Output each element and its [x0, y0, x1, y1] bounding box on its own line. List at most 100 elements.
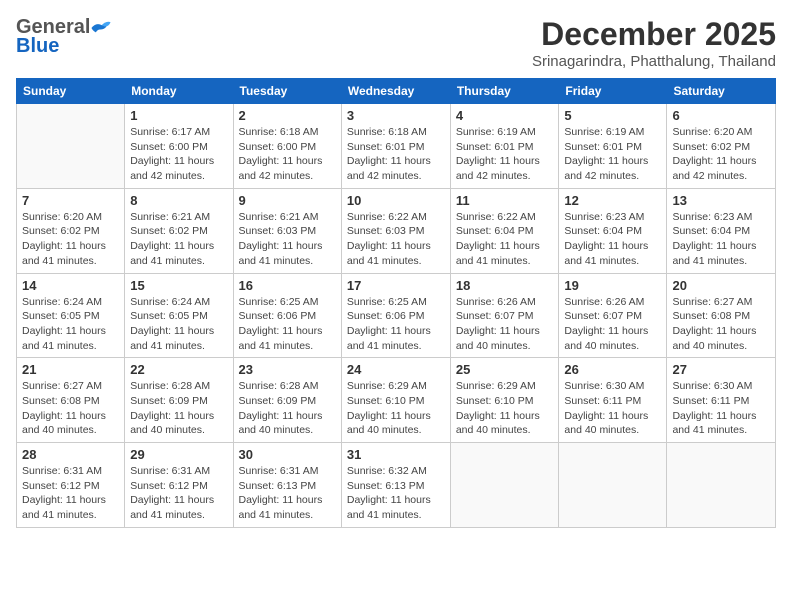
sunset-text: Sunset: 6:01 PM: [456, 141, 534, 153]
daylight-text-cont: and 42 minutes.: [130, 170, 205, 182]
daylight-text-cont: and 40 minutes.: [456, 424, 531, 436]
sunrise-text: Sunrise: 6:26 AM: [564, 296, 644, 308]
sunrise-text: Sunrise: 6:22 AM: [456, 211, 536, 223]
table-cell: 31Sunrise: 6:32 AMSunset: 6:13 PMDayligh…: [341, 443, 450, 528]
sunrise-text: Sunrise: 6:26 AM: [456, 296, 536, 308]
daylight-text: Daylight: 11 hours: [22, 325, 106, 337]
table-cell: 27Sunrise: 6:30 AMSunset: 6:11 PMDayligh…: [667, 358, 776, 443]
sunrise-text: Sunrise: 6:23 AM: [564, 211, 644, 223]
sunset-text: Sunset: 6:08 PM: [22, 395, 100, 407]
table-cell: 2Sunrise: 6:18 AMSunset: 6:00 PMDaylight…: [233, 104, 341, 189]
table-cell: 23Sunrise: 6:28 AMSunset: 6:09 PMDayligh…: [233, 358, 341, 443]
table-cell: 14Sunrise: 6:24 AMSunset: 6:05 PMDayligh…: [17, 273, 125, 358]
day-info: Sunrise: 6:20 AMSunset: 6:02 PMDaylight:…: [672, 125, 770, 184]
daylight-text-cont: and 42 minutes.: [456, 170, 531, 182]
daylight-text: Daylight: 11 hours: [22, 494, 106, 506]
daylight-text-cont: and 42 minutes.: [672, 170, 747, 182]
daylight-text: Daylight: 11 hours: [347, 410, 431, 422]
daylight-text: Daylight: 11 hours: [130, 325, 214, 337]
sunrise-text: Sunrise: 6:29 AM: [456, 380, 536, 392]
daylight-text: Daylight: 11 hours: [672, 155, 756, 167]
day-number: 4: [456, 108, 554, 123]
sunrise-text: Sunrise: 6:19 AM: [564, 126, 644, 138]
sunrise-text: Sunrise: 6:21 AM: [239, 211, 319, 223]
week-row-5: 28Sunrise: 6:31 AMSunset: 6:12 PMDayligh…: [17, 443, 776, 528]
day-info: Sunrise: 6:24 AMSunset: 6:05 PMDaylight:…: [130, 295, 227, 354]
day-info: Sunrise: 6:28 AMSunset: 6:09 PMDaylight:…: [130, 379, 227, 438]
daylight-text-cont: and 40 minutes.: [672, 340, 747, 352]
daylight-text-cont: and 41 minutes.: [347, 340, 422, 352]
table-cell: 18Sunrise: 6:26 AMSunset: 6:07 PMDayligh…: [450, 273, 559, 358]
daylight-text: Daylight: 11 hours: [239, 240, 323, 252]
daylight-text: Daylight: 11 hours: [130, 494, 214, 506]
col-friday: Friday: [559, 79, 667, 104]
sunset-text: Sunset: 6:01 PM: [347, 141, 425, 153]
daylight-text: Daylight: 11 hours: [239, 494, 323, 506]
day-info: Sunrise: 6:23 AMSunset: 6:04 PMDaylight:…: [672, 210, 770, 269]
daylight-text-cont: and 41 minutes.: [347, 255, 422, 267]
daylight-text-cont: and 40 minutes.: [22, 424, 97, 436]
day-info: Sunrise: 6:20 AMSunset: 6:02 PMDaylight:…: [22, 210, 119, 269]
daylight-text-cont: and 42 minutes.: [347, 170, 422, 182]
day-number: 19: [564, 278, 661, 293]
day-info: Sunrise: 6:29 AMSunset: 6:10 PMDaylight:…: [347, 379, 445, 438]
daylight-text: Daylight: 11 hours: [672, 240, 756, 252]
day-info: Sunrise: 6:19 AM Sunset: 6:01 PM Daylight:…: [564, 125, 661, 184]
daylight-text: Daylight: 11 hours: [22, 410, 106, 422]
col-saturday: Saturday: [667, 79, 776, 104]
day-number: 18: [456, 278, 554, 293]
table-cell: [450, 443, 559, 528]
table-cell: 16Sunrise: 6:25 AMSunset: 6:06 PMDayligh…: [233, 273, 341, 358]
daylight-text: Daylight: 11 hours: [672, 325, 756, 337]
week-row-4: 21Sunrise: 6:27 AMSunset: 6:08 PMDayligh…: [17, 358, 776, 443]
day-number: 7: [22, 193, 119, 208]
day-info: Sunrise: 6:22 AMSunset: 6:04 PMDaylight:…: [456, 210, 554, 269]
day-info: Sunrise: 6:26 AMSunset: 6:07 PMDaylight:…: [564, 295, 661, 354]
sunrise-text: Sunrise: 6:30 AM: [564, 380, 644, 392]
daylight-text: Daylight: 11 hours: [239, 155, 323, 167]
daylight-text: Daylight: 11 hours: [347, 240, 431, 252]
sunset-text: Sunset: 6:01 PM: [564, 141, 642, 153]
sunrise-text: Sunrise: 6:32 AM: [347, 465, 427, 477]
daylight-text-cont: and 41 minutes.: [22, 340, 97, 352]
sunrise-text: Sunrise: 6:31 AM: [130, 465, 210, 477]
sunrise-text: Sunrise: 6:25 AM: [239, 296, 319, 308]
sunset-text: Sunset: 6:02 PM: [22, 225, 100, 237]
table-cell: 9Sunrise: 6:21 AMSunset: 6:03 PMDaylight…: [233, 188, 341, 273]
daylight-text-cont: and 41 minutes.: [456, 255, 531, 267]
table-cell: 30Sunrise: 6:31 AMSunset: 6:13 PMDayligh…: [233, 443, 341, 528]
day-number: 2: [239, 108, 336, 123]
daylight-text: Daylight: 11 hours: [564, 325, 648, 337]
col-monday: Monday: [125, 79, 233, 104]
day-info: Sunrise: 6:17 AMSunset: 6:00 PMDaylight:…: [130, 125, 227, 184]
table-cell: 26Sunrise: 6:30 AMSunset: 6:11 PMDayligh…: [559, 358, 667, 443]
sunrise-text: Sunrise: 6:24 AM: [130, 296, 210, 308]
sunrise-text: Sunrise: 6:18 AM: [347, 126, 427, 138]
table-cell: 12Sunrise: 6:23 AMSunset: 6:04 PMDayligh…: [559, 188, 667, 273]
sunrise-text: Sunrise: 6:24 AM: [22, 296, 102, 308]
table-cell: 13Sunrise: 6:23 AMSunset: 6:04 PMDayligh…: [667, 188, 776, 273]
table-cell: 28Sunrise: 6:31 AMSunset: 6:12 PMDayligh…: [17, 443, 125, 528]
daylight-text: Daylight: 11 hours: [564, 155, 648, 167]
daylight-text-cont: and 41 minutes.: [130, 509, 205, 521]
title-section: December 2025 Srinagarindra, Phatthalung…: [532, 16, 776, 70]
day-info: Sunrise: 6:31 AMSunset: 6:13 PMDaylight:…: [239, 464, 336, 523]
daylight-text: Daylight: 11 hours: [239, 325, 323, 337]
sunset-text: Sunset: 6:05 PM: [22, 310, 100, 322]
daylight-text-cont: and 41 minutes.: [347, 509, 422, 521]
month-title: December 2025: [532, 16, 776, 53]
day-number: 22: [130, 362, 227, 377]
daylight-text-cont: and 41 minutes.: [239, 340, 314, 352]
daylight-text-cont: and 41 minutes.: [130, 255, 205, 267]
sunrise-text: Sunrise: 6:27 AM: [22, 380, 102, 392]
day-info: Sunrise: 6:32 AMSunset: 6:13 PMDaylight:…: [347, 464, 445, 523]
day-info: Sunrise: 6:31 AMSunset: 6:12 PMDaylight:…: [130, 464, 227, 523]
day-number: 9: [239, 193, 336, 208]
sunset-text: Sunset: 6:10 PM: [347, 395, 425, 407]
week-row-1: 1Sunrise: 6:17 AMSunset: 6:00 PMDaylight…: [17, 104, 776, 189]
sunset-text: Sunset: 6:11 PM: [672, 395, 749, 407]
daylight-text-cont: and 42 minutes.: [239, 170, 314, 182]
daylight-text-cont: and 42 minutes.: [564, 170, 639, 182]
table-cell: [17, 104, 125, 189]
day-number: 29: [130, 447, 227, 462]
